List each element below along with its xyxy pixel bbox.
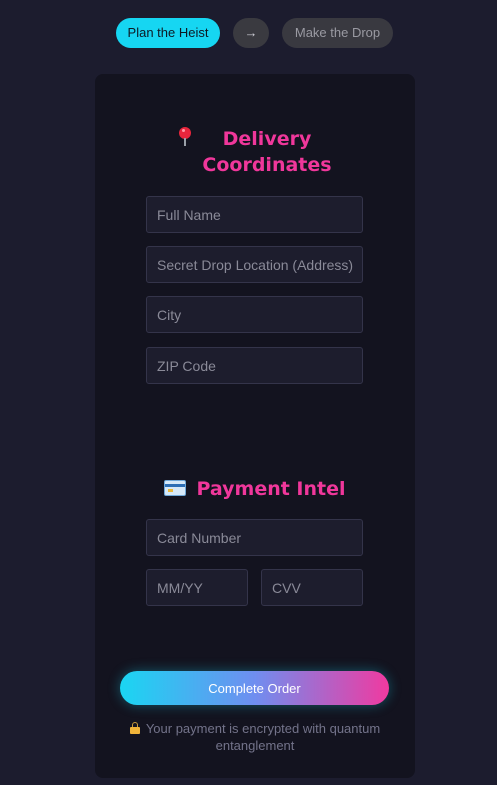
credit-card-icon [164, 480, 187, 496]
delivery-title: Delivery Coordinates [202, 128, 332, 176]
expiry-input[interactable] [146, 569, 248, 606]
address-input[interactable] [146, 246, 363, 283]
card-number-input[interactable] [146, 519, 363, 556]
zip-code-input[interactable] [146, 347, 363, 384]
security-note: Your payment is encrypted with quantum e… [115, 720, 395, 754]
delivery-section-heading: Delivery Coordinates [95, 126, 415, 178]
city-input[interactable] [146, 296, 363, 333]
payment-title: Payment Intel [196, 478, 346, 500]
checkout-form-card: Delivery Coordinates Payment Intel Compl… [95, 74, 415, 778]
step-make-the-drop[interactable]: Make the Drop [282, 18, 393, 48]
cvv-input[interactable] [261, 569, 363, 606]
step-plan-the-heist[interactable]: Plan the Heist [116, 18, 220, 48]
payment-section-heading: Payment Intel [95, 476, 415, 502]
full-name-input[interactable] [146, 196, 363, 233]
pin-icon [178, 127, 192, 147]
checkout-stepper: Plan the Heist → Make the Drop [0, 18, 497, 48]
security-note-text: Your payment is encrypted with quantum e… [145, 721, 381, 753]
lock-icon [129, 722, 140, 734]
step-arrow-icon: → [233, 18, 269, 48]
complete-order-button[interactable]: Complete Order [120, 671, 389, 705]
